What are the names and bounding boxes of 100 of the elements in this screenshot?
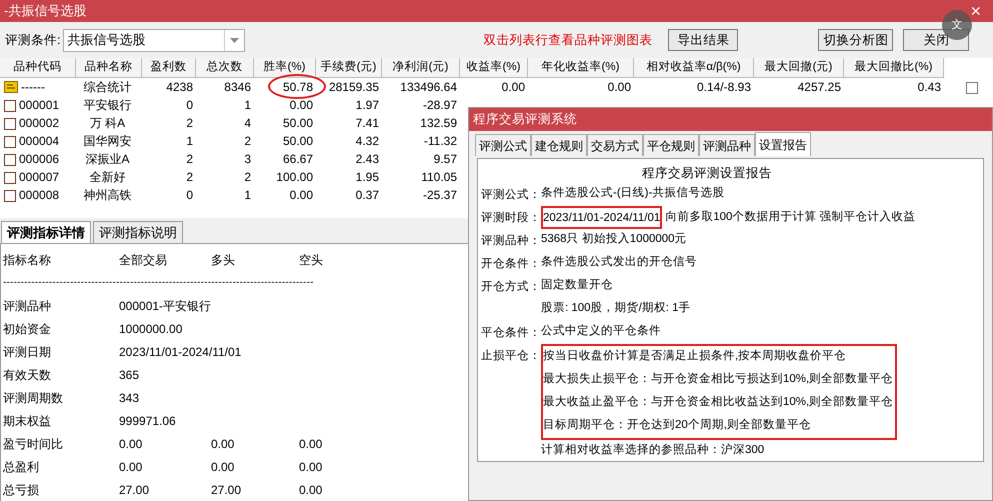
tab[interactable]: 建仓规则	[531, 134, 587, 156]
metric-value: 0.00	[211, 460, 234, 474]
metric-label: 评测周期数	[3, 390, 63, 404]
column-header[interactable]: 盈利数	[142, 58, 196, 78]
column-header[interactable]: 品种名称	[76, 58, 142, 78]
metric-value: 343	[119, 390, 140, 404]
table-cell-text: 1	[244, 97, 251, 114]
condition-label: 评测条件:	[5, 32, 60, 49]
report-label: 评测时段：	[481, 212, 541, 224]
table-cell-text: 133496.64	[400, 79, 457, 96]
column-header[interactable]: 年化收益率(%)	[528, 58, 634, 78]
report-text: 最大收益止盈平仓：与开仓资金相比收益达到10%,则全部数量平仓	[543, 394, 894, 410]
metric-label: 期末权益	[3, 414, 51, 428]
report-label: 止损平仓：	[481, 350, 541, 362]
tab[interactable]: 交易方式	[587, 134, 643, 156]
export-button[interactable]: 导出结果	[668, 29, 738, 51]
table-cell-text: 2	[244, 133, 251, 150]
table-cell-text: 平安银行	[84, 97, 132, 114]
table-cell-text: 0.00	[608, 79, 631, 96]
metric-value: 000001-平安银行	[119, 298, 212, 312]
table-cell-text: 0.37	[356, 187, 379, 204]
table-cell-text: 50.78	[282, 79, 313, 96]
table-cell-text: 000002	[19, 115, 60, 132]
table-cell-text: -28.97	[422, 97, 457, 114]
table-cell-text: 万 科A	[90, 115, 126, 132]
column-header: 全部交易	[119, 252, 167, 266]
report-label: 平仓条件：	[481, 326, 541, 339]
column-header[interactable]: 最大回撤比(%)	[844, 58, 944, 78]
condition-dropdown[interactable]: 共振信号选股	[63, 28, 246, 52]
metric-value: 2023/11/01-2024/11/01	[119, 344, 242, 358]
hint-text: 双击列表行查看品种评测图表	[483, 32, 652, 49]
table-cell-text: 66.67	[282, 151, 313, 168]
tab[interactable]: 评测指标详情	[1, 221, 91, 243]
tab[interactable]: 平仓规则	[643, 134, 699, 156]
report-text: 条件选股公式-(日线)-共振信号选股	[541, 186, 724, 201]
table-cell-text: 0.43	[918, 79, 941, 96]
table-cell-text: 50.00	[282, 115, 313, 132]
report-label: 评测公式：	[481, 188, 541, 201]
table-cell-text: 2	[186, 115, 193, 132]
table-cell-text: 50.00	[282, 133, 313, 150]
report-text: 固定数量开仓	[541, 278, 613, 293]
document-icon	[4, 170, 16, 184]
document-icon	[4, 152, 16, 166]
column-header[interactable]: 净利润(元)	[382, 58, 460, 78]
report-text: 股票: 100股，期货/期权: 1手	[541, 300, 691, 316]
note-icon	[4, 81, 18, 93]
column-header[interactable]: 总次数	[196, 58, 254, 78]
table-cell-text: 全新好	[90, 169, 126, 186]
metric-label: 初始资金	[3, 322, 51, 336]
table-cell-text: ------	[21, 79, 45, 96]
table-cell-text: 132.59	[420, 115, 457, 132]
tab[interactable]: 设置报告	[755, 132, 811, 156]
checkbox[interactable]	[966, 82, 978, 94]
column-header[interactable]: 收益率(%)	[460, 58, 528, 78]
table-cell-text: 9.57	[434, 151, 457, 168]
column-header[interactable]: 手续费(元)	[316, 58, 382, 78]
report-label: 评测品种：	[481, 234, 541, 247]
report-text: 计算相对收益率选择的参照品种：沪深300	[541, 442, 764, 458]
document-icon	[4, 188, 16, 202]
table-cell-text: 0.00	[502, 79, 525, 96]
metric-value: 0.00	[299, 436, 322, 450]
column-header[interactable]: 胜率(%)	[254, 58, 316, 78]
metric-value: 999971.06	[119, 414, 176, 428]
table-cell-text: 0.14/-8.93	[696, 79, 751, 96]
table-cell-text: 28159.35	[328, 79, 379, 96]
table-cell-text: 0	[186, 97, 193, 114]
metric-label: 指标名称	[3, 252, 51, 266]
tab[interactable]: 评测品种	[699, 134, 755, 156]
table-cell-text: 神州高铁	[84, 187, 132, 204]
tab[interactable]: 评测公式	[475, 134, 531, 156]
table-cell-text: 000004	[19, 133, 60, 150]
dialog-title: 程序交易评测系统	[473, 111, 577, 128]
table-cell-text: 2	[186, 151, 193, 168]
report-text: 条件选股公式发出的开仓信号	[541, 254, 697, 270]
metric-value: 0.00	[119, 460, 142, 474]
metric-label: 盈亏时间比	[3, 436, 63, 450]
metric-label: 评测日期	[3, 344, 51, 358]
table-cell-text: 2	[244, 169, 251, 186]
document-icon	[4, 134, 16, 148]
switch-chart-button[interactable]: 切换分析图	[818, 29, 894, 51]
metric-label: 总亏损	[3, 482, 39, 496]
document-icon	[4, 116, 16, 130]
metric-label: 有效天数	[3, 368, 51, 382]
close-button[interactable]: ×	[970, 2, 981, 20]
table-cell-text: 2	[186, 169, 193, 186]
report-text: 公式中定义的平仓条件	[541, 323, 661, 339]
table-cell-text: 0	[186, 187, 193, 204]
column-header[interactable]: 相对收益率α/β(%)	[634, 58, 754, 78]
report-text: 5368只 初始投入1000000元	[541, 231, 687, 247]
table-cell-text: 2.43	[356, 151, 379, 168]
tab[interactable]: 评测指标说明	[93, 221, 183, 243]
metric-value: 365	[119, 368, 140, 382]
report-label: 开仓条件：	[481, 258, 541, 270]
table-cell-text: 综合统计	[84, 79, 132, 96]
column-header[interactable]: 最大回撤(元)	[754, 58, 844, 78]
table-cell-text: 4238	[166, 79, 193, 96]
column-header[interactable]: 品种代码	[0, 58, 76, 78]
table-cell-text: 1.97	[356, 97, 379, 114]
metric-value: 0.00	[299, 460, 322, 474]
separator-line: ----------------------------------------------------------------------------------------	[3, 276, 314, 290]
